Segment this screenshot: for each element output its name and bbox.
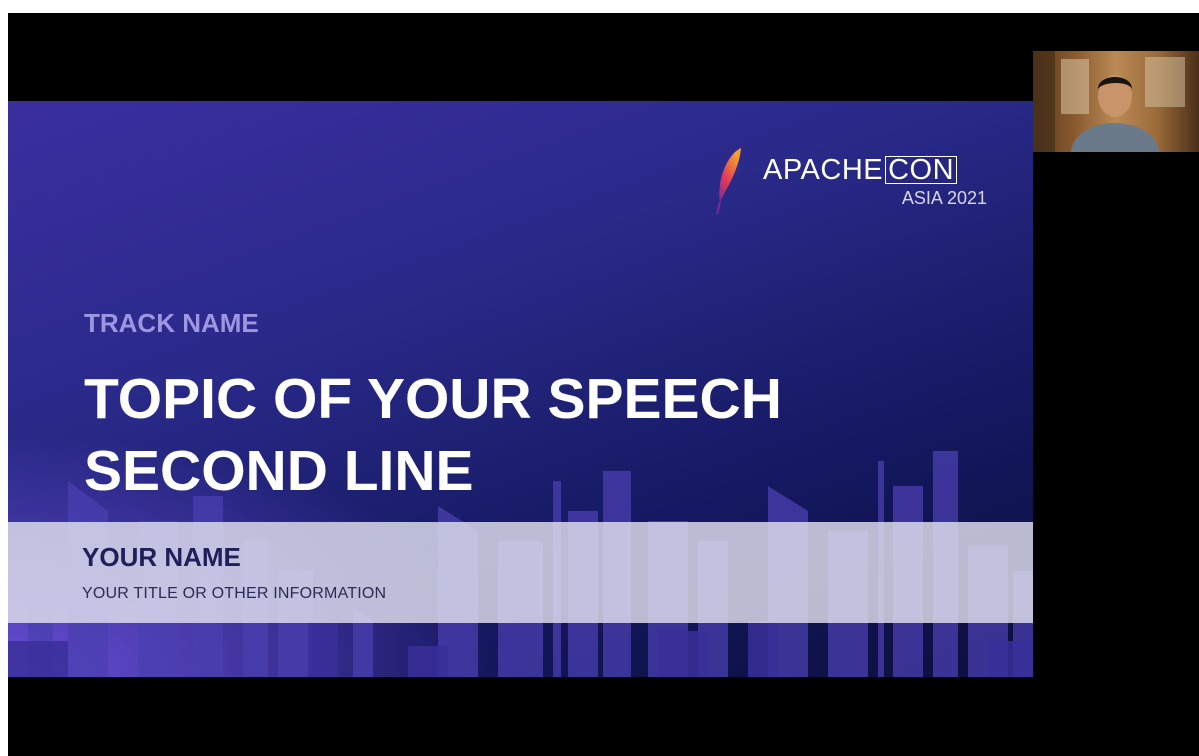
apache-text: APACHE [763,154,884,186]
person-video-icon [1033,51,1185,152]
apachecon-wordmark: APACHE CON [763,154,958,187]
window-top-edge [0,0,1199,13]
apachecon-logo: APACHE CON ASIA 2021 [707,146,987,216]
apache-feather-icon [716,148,741,215]
webcam-thumbnail[interactable] [1033,51,1199,152]
edition-text: ASIA 2021 [901,188,987,208]
window-left-edge [0,0,8,756]
speech-topic-title: TOPIC OF YOUR SPEECH SECOND LINE [84,363,782,507]
topic-line-1: TOPIC OF YOUR SPEECH [84,367,782,431]
track-name: TRACK NAME [84,308,259,338]
speaker-name: YOUR NAME [82,542,241,572]
topic-line-2: SECOND LINE [84,439,474,503]
presentation-slide: APACHE CON ASIA 2021 TRACK NAME TOPIC OF … [8,101,1033,677]
con-text: CON [885,156,958,185]
speaker-title-info: YOUR TITLE OR OTHER INFORMATION [82,585,387,602]
